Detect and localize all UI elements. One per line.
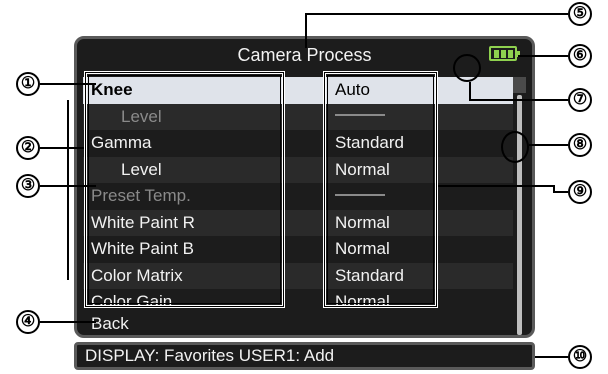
callout-10: ⑩	[568, 345, 592, 369]
callout-8: ⑧	[568, 133, 592, 157]
callout-2: ②	[16, 136, 40, 160]
callout-4: ④	[16, 310, 40, 334]
callout-3: ③	[16, 174, 40, 198]
callout-9: ⑨	[568, 180, 592, 204]
callout-5: ⑤	[568, 2, 592, 26]
callout-6: ⑥	[568, 44, 592, 68]
callout-1: ①	[16, 72, 40, 96]
callout-7: ⑦	[568, 88, 592, 112]
callout-leader-lines	[40, 13, 568, 358]
